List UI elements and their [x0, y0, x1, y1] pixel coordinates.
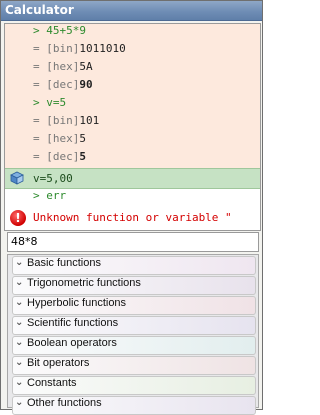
section-label: Scientific functions [27, 317, 119, 329]
result-value: 1011010 [79, 42, 126, 55]
result-value: 101 [79, 114, 100, 127]
section-bit-operators[interactable]: ⌄ Bit operators [12, 356, 256, 375]
history-input-text: > err [33, 189, 67, 202]
history-input-row[interactable]: > 45+5*9 [5, 24, 260, 42]
error-message: Unknown function or variable " [33, 211, 232, 224]
section-basic-functions[interactable]: ⌄ Basic functions [12, 256, 256, 275]
history-pane[interactable]: > 45+5*9 = [bin]1011010 = [hex]5A = [dec… [4, 23, 261, 231]
section-label: Hyperbolic functions [27, 297, 127, 309]
expression-input[interactable]: 48*8 [7, 232, 259, 252]
section-label: Bit operators [27, 357, 90, 369]
history-input-text: > 45+5*9 [33, 24, 86, 37]
section-label: Trigonometric functions [27, 277, 141, 289]
section-label: Boolean operators [27, 337, 117, 349]
section-label: Basic functions [27, 257, 101, 269]
section-scientific-functions[interactable]: ⌄ Scientific functions [12, 316, 256, 335]
result-prefix: = [dec] [33, 78, 80, 91]
chevron-down-icon: ⌄ [15, 357, 24, 368]
chevron-down-icon: ⌄ [15, 257, 24, 268]
chevron-down-icon: ⌄ [15, 277, 24, 288]
variable-assignment-row[interactable]: v=5,00 [5, 168, 260, 189]
history-result-row: = [bin]1011010 [5, 42, 260, 60]
result-prefix: = [bin] [33, 42, 80, 55]
section-trigonometric-functions[interactable]: ⌄ Trigonometric functions [12, 276, 256, 295]
history-result-row: = [bin]101 [5, 114, 260, 132]
chevron-down-icon: ⌄ [15, 337, 24, 348]
result-prefix: = [hex] [33, 132, 80, 145]
history-result-row: = [dec]90 [5, 78, 260, 96]
history-input-text: > v=5 [33, 96, 67, 109]
chevron-down-icon: ⌄ [15, 397, 24, 408]
history-error-row: ! Unknown function or variable " [5, 207, 260, 229]
section-label: Other functions [27, 397, 102, 409]
section-constants[interactable]: ⌄ Constants [12, 376, 256, 395]
result-value: 5 [79, 132, 86, 145]
history-input-row[interactable]: > v=5 [5, 96, 260, 114]
history-result-row: = [hex]5 [5, 132, 260, 150]
variable-assignment-text: v=5,00 [33, 172, 73, 185]
error-icon: ! [10, 210, 26, 226]
history-input-row[interactable]: > err [5, 189, 260, 207]
chevron-down-icon: ⌄ [15, 377, 24, 388]
section-label: Constants [27, 377, 77, 389]
result-value: 90 [79, 78, 93, 91]
variable-icon [10, 171, 24, 185]
function-sections-panel: ⌄ Basic functions ⌄ Trigonometric function… [7, 254, 259, 415]
section-boolean-operators[interactable]: ⌄ Boolean operators [12, 336, 256, 355]
history-result-row: = [hex]5A [5, 60, 260, 78]
window-title: Calculator [1, 1, 262, 21]
result-prefix: = [bin] [33, 114, 80, 127]
history-result-row: = [dec]5 [5, 150, 260, 168]
calculator-window: Calculator > 45+5*9 = [bin]1011010 = [he… [0, 0, 263, 415]
result-prefix: = [hex] [33, 60, 80, 73]
result-value: 5 [79, 150, 86, 163]
chevron-down-icon: ⌄ [15, 297, 24, 308]
section-hyperbolic-functions[interactable]: ⌄ Hyperbolic functions [12, 296, 256, 315]
result-value: 5A [79, 60, 93, 73]
result-prefix: = [dec] [33, 150, 80, 163]
section-other-functions[interactable]: ⌄ Other functions [12, 396, 256, 415]
chevron-down-icon: ⌄ [15, 317, 24, 328]
